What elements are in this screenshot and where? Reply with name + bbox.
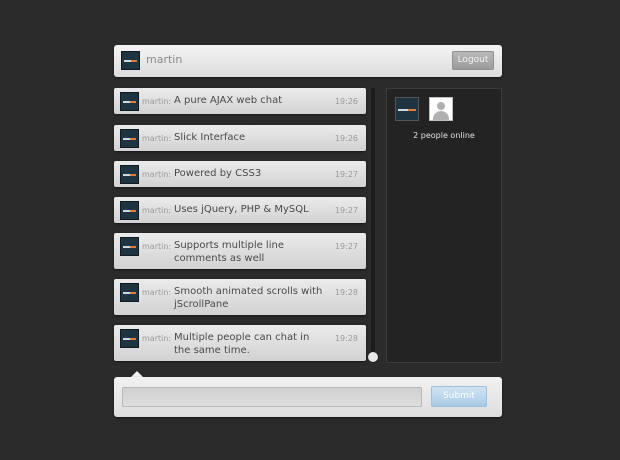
tutorialzine-logo-icon[interactable] — [395, 97, 419, 121]
chat-message: martin: Multiple people can chat in the … — [114, 325, 366, 361]
message-text: A pure AJAX web chat — [174, 95, 283, 106]
message-time: 19:27 — [334, 242, 358, 251]
message-time: 19:28 — [334, 334, 358, 343]
message-time: 19:26 — [334, 134, 358, 143]
author-avatar-icon — [120, 237, 139, 256]
chat-message: martin: Powered by CSS3 19:27 — [114, 161, 366, 187]
chat-message: martin: A pure AJAX web chat 19:26 — [114, 88, 366, 114]
logout-button[interactable]: Logout — [452, 51, 494, 70]
message-text: Multiple people can chat in the same tim… — [174, 332, 310, 356]
author-avatar-icon — [120, 329, 139, 348]
default-user-icon[interactable] — [429, 97, 453, 121]
author-avatar-icon — [120, 92, 139, 111]
message-time: 19:28 — [334, 288, 358, 297]
user-avatar-icon — [121, 51, 140, 70]
message-author: martin: — [142, 206, 172, 215]
message-author: martin: — [142, 334, 172, 343]
message-author: martin: — [142, 242, 172, 251]
message-time: 19:27 — [334, 206, 358, 215]
message-author: martin: — [142, 134, 172, 143]
chat-composer: Submit — [114, 377, 502, 417]
message-text: Powered by CSS3 — [174, 168, 262, 179]
message-author: martin: — [142, 97, 172, 106]
author-avatar-icon — [120, 129, 139, 148]
chat-message: martin: Smooth animated scrolls with jSc… — [114, 279, 366, 315]
message-text: Supports multiple line comments as well — [174, 240, 284, 264]
current-username: martin — [146, 53, 183, 66]
chat-message: martin: Slick Interface 19:26 — [114, 125, 366, 151]
scrollbar-handle[interactable] — [368, 352, 378, 362]
message-author: martin: — [142, 170, 172, 179]
message-time: 19:26 — [334, 97, 358, 106]
chat-message: martin: Uses jQuery, PHP & MySQL 19:27 — [114, 197, 366, 223]
message-text: Smooth animated scrolls with jScrollPane — [174, 286, 323, 310]
submit-button[interactable]: Submit — [431, 386, 487, 407]
message-text: Slick Interface — [174, 132, 246, 143]
message-text: Uses jQuery, PHP & MySQL — [174, 204, 309, 215]
online-count: 2 people online — [413, 131, 475, 140]
scrollbar-track[interactable] — [371, 88, 375, 358]
online-users-panel: 2 people online — [386, 88, 502, 363]
author-avatar-icon — [120, 283, 139, 302]
author-avatar-icon — [120, 201, 139, 220]
chat-top-bar: martin Logout — [114, 45, 502, 77]
chat-message: martin: Supports multiple line comments … — [114, 233, 366, 269]
chat-message-input[interactable] — [122, 387, 422, 407]
message-author: martin: — [142, 288, 172, 297]
author-avatar-icon — [120, 165, 139, 184]
message-time: 19:27 — [334, 170, 358, 179]
